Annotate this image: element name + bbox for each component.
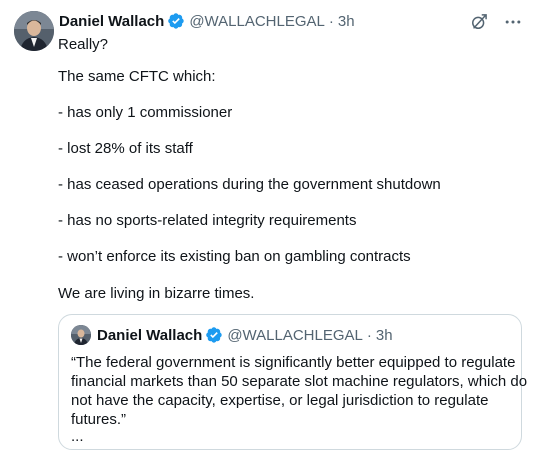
tweet-header: Daniel Wallach @WALLACHLEGAL · 3h bbox=[59, 11, 355, 31]
separator-dot: · bbox=[328, 12, 334, 30]
quoted-text-line: financial markets than 50 separate slot … bbox=[71, 373, 528, 390]
tweet-text-line: The same CFTC which: bbox=[58, 68, 216, 85]
tweet-text-line: - has ceased operations during the gover… bbox=[58, 176, 441, 193]
quoted-tweet[interactable]: Daniel Wallach @WALLACHLEGAL · 3h “The f… bbox=[58, 314, 527, 450]
quoted-text-line: “The federal government is significantly… bbox=[71, 354, 516, 371]
grok-icon[interactable] bbox=[469, 12, 489, 32]
quoted-author-avatar bbox=[71, 325, 91, 345]
quoted-text-line: not have the capacity, expertise, or leg… bbox=[71, 392, 489, 409]
quoted-author-handle: @WALLACHLEGAL bbox=[227, 326, 363, 344]
separator-dot: · bbox=[366, 326, 372, 344]
verified-badge-icon bbox=[206, 327, 223, 343]
more-icon[interactable] bbox=[503, 12, 523, 32]
author-name[interactable]: Daniel Wallach bbox=[59, 13, 164, 30]
verified-badge-icon bbox=[168, 13, 185, 29]
tweet[interactable]: Daniel Wallach @WALLACHLEGAL · 3h Really… bbox=[0, 0, 543, 456]
quoted-author-name: Daniel Wallach bbox=[97, 326, 203, 344]
author-avatar[interactable] bbox=[14, 11, 54, 51]
quoted-tweet-timestamp: 3h bbox=[375, 326, 393, 344]
tweet-text-line: - has no sports-related integrity requir… bbox=[58, 212, 357, 229]
tweet-text-line: - won’t enforce its existing ban on gamb… bbox=[58, 248, 411, 265]
tweet-timestamp[interactable]: 3h bbox=[338, 13, 355, 30]
tweet-text-line: - has only 1 commissioner bbox=[58, 104, 233, 121]
tweet-text-line: - lost 28% of its staff bbox=[58, 140, 193, 157]
tweet-actions bbox=[469, 12, 523, 32]
tweet-text-line: Really? bbox=[58, 36, 109, 53]
quoted-tweet-header: Daniel Wallach @WALLACHLEGAL · 3h bbox=[71, 325, 393, 345]
quoted-text-ellipsis: ... bbox=[71, 428, 84, 445]
tweet-text-line: We are living in bizarre times. bbox=[58, 285, 255, 302]
author-handle[interactable]: @WALLACHLEGAL bbox=[189, 13, 325, 30]
